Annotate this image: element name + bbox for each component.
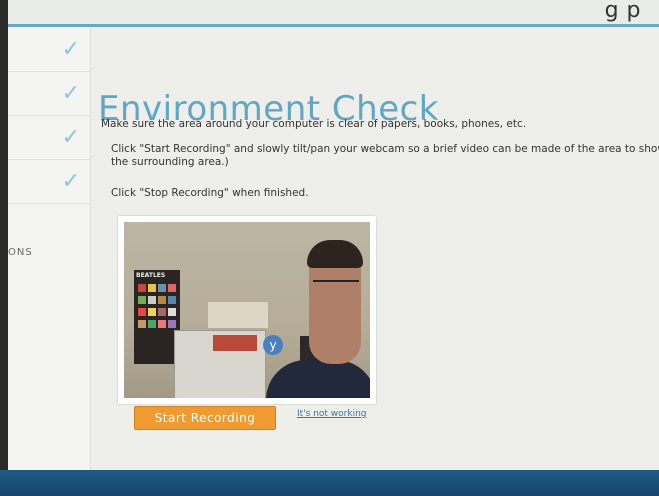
poster-tile xyxy=(168,320,176,328)
bottom-taskbar xyxy=(0,470,659,496)
main-content: Environment Check Make sure the area aro… xyxy=(98,36,659,466)
top-bar: g p xyxy=(8,0,659,27)
sidebar-step-4[interactable]: ✓ xyxy=(8,159,90,204)
poster-tile xyxy=(148,296,156,304)
cabinet-sticker xyxy=(213,335,257,351)
poster-tile xyxy=(168,284,176,292)
poster-tile xyxy=(158,296,166,304)
poster-tile xyxy=(158,284,166,292)
person-hair xyxy=(307,240,363,268)
not-working-link[interactable]: It's not working xyxy=(297,409,367,419)
instruction-clear-area: Make sure the area around your computer … xyxy=(101,118,527,130)
poster-tile xyxy=(168,308,176,316)
sidebar-step-2[interactable]: ✓ xyxy=(8,71,90,116)
webcam-preview-frame: BEATLES y xyxy=(118,216,376,404)
sidebar-step-3[interactable]: ✓ xyxy=(8,115,90,160)
sidebar-step-1[interactable]: ✓ xyxy=(8,27,90,72)
poster-tile xyxy=(158,308,166,316)
person-shirt xyxy=(266,360,370,398)
poster-tile xyxy=(138,308,146,316)
monitor-screen: g p ✓ ✓ ✓ ✓ ONS Environment Check Make s… xyxy=(8,0,659,470)
cabinet-y-sticker: y xyxy=(263,335,283,355)
check-icon: ✓ xyxy=(61,81,80,106)
poster-tile xyxy=(158,320,166,328)
shelf-items xyxy=(208,302,268,328)
person-glasses xyxy=(313,280,359,294)
poster-tile xyxy=(138,320,146,328)
poster-title: BEATLES xyxy=(136,272,166,279)
poster-tile xyxy=(168,296,176,304)
step-sidebar: ✓ ✓ ✓ ✓ ONS xyxy=(8,27,91,470)
poster-tile xyxy=(148,284,156,292)
sidebar-partial-label: ONS xyxy=(8,247,33,258)
filing-cabinet: y xyxy=(174,330,283,398)
start-recording-button[interactable]: Start Recording xyxy=(134,406,276,430)
top-bar-partial-text: g p xyxy=(604,0,641,23)
poster-tile xyxy=(138,296,146,304)
webcam-video: BEATLES y xyxy=(124,222,370,398)
poster-tile xyxy=(138,284,146,292)
instruction-stop-recording: Click "Stop Recording" when finished. xyxy=(111,187,309,199)
check-icon: ✓ xyxy=(61,125,80,150)
poster-tile xyxy=(148,320,156,328)
poster-tile xyxy=(148,308,156,316)
check-icon: ✓ xyxy=(61,169,80,194)
check-icon: ✓ xyxy=(61,37,80,62)
instruction-start-recording: Click "Start Recording" and slowly tilt/… xyxy=(111,143,659,168)
